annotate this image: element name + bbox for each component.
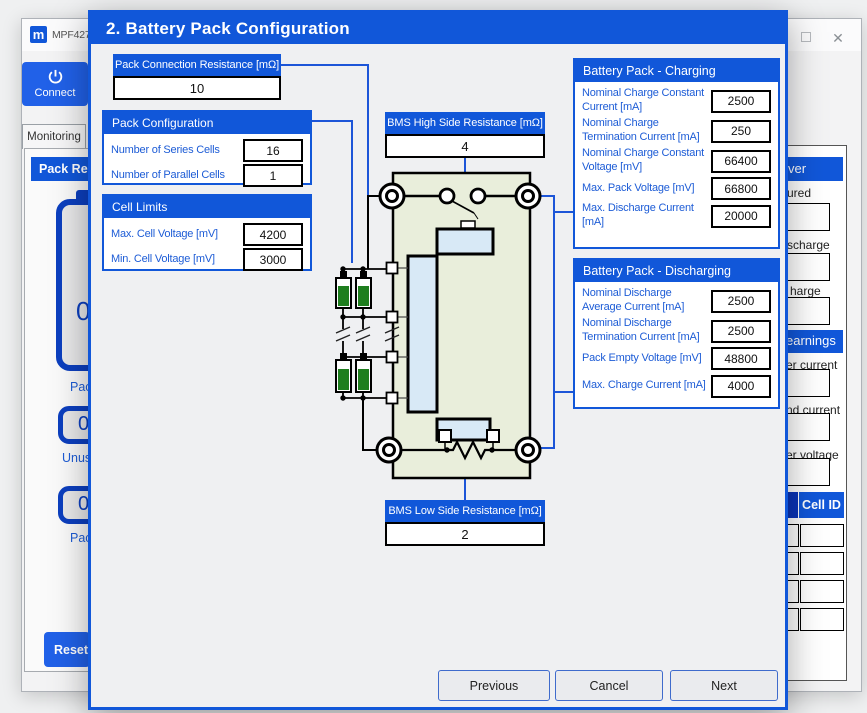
table-cell[interactable] [800, 608, 844, 631]
tab-monitoring[interactable]: Monitoring [22, 124, 86, 149]
charging-title: Battery Pack - Charging [575, 60, 778, 82]
connector-line [281, 64, 369, 66]
dialog-title: 2. Battery Pack Configuration [106, 19, 350, 39]
cancel-button[interactable]: Cancel [555, 670, 663, 701]
pack-configuration-group: Pack Configuration Number of Series Cell… [102, 110, 312, 185]
max-discharge-current-label: Max. Discharge Current [mA] [582, 202, 710, 230]
power-icon [48, 69, 63, 84]
next-button[interactable]: Next [670, 670, 778, 701]
table-cell[interactable] [800, 524, 844, 547]
pack-empty-voltage-label: Pack Empty Voltage [mV] [582, 352, 710, 366]
bms-low-side-input[interactable]: 2 [385, 522, 545, 546]
pack-configuration-title: Pack Configuration [104, 112, 310, 134]
right-panel-header-2-text: earnings [786, 333, 836, 348]
desktop: m MPF4279 ✕ Connect Monitoring Pack Re 0… [0, 0, 867, 713]
bms-low-side-header: BMS Low Side Resistance [mΩ] [385, 500, 545, 522]
discharge-term-input[interactable]: 2500 [711, 320, 771, 343]
previous-button[interactable]: Previous [438, 670, 550, 701]
max-cell-voltage-label: Max. Cell Voltage [mV] [111, 228, 218, 242]
table-cell[interactable] [800, 580, 844, 603]
min-cell-voltage-label: Min. Cell Voltage [mV] [111, 253, 215, 267]
table-cell[interactable] [800, 552, 844, 575]
discharge-avg-label: Nominal Discharge Average Current [mA] [582, 287, 710, 315]
connect-button[interactable]: Connect [22, 62, 88, 106]
discharge-term-label: Nominal Discharge Termination Current [m… [582, 317, 710, 345]
max-cell-voltage-input[interactable]: 4200 [243, 223, 303, 246]
cell-limits-group: Cell Limits Max. Cell Voltage [mV] 4200 … [102, 194, 312, 271]
max-pack-voltage-input[interactable]: 66800 [711, 177, 771, 200]
afe-ic [408, 256, 437, 412]
reset-button[interactable]: Reset I [44, 632, 90, 667]
right-label-1: ured [787, 186, 811, 200]
parallel-cells-label: Number of Parallel Cells [111, 169, 225, 183]
min-cell-voltage-input[interactable]: 3000 [243, 248, 303, 271]
max-pack-voltage-label: Max. Pack Voltage [mV] [582, 182, 710, 196]
maximize-icon[interactable] [801, 32, 811, 42]
discharging-title: Battery Pack - Discharging [575, 260, 778, 282]
cell-id-header: Cell ID [799, 492, 844, 518]
pack-readings-header: Pack Re [31, 157, 91, 181]
dialog-titlebar: 2. Battery Pack Configuration [91, 13, 785, 44]
connector-line [312, 120, 353, 122]
pack-empty-voltage-input[interactable]: 48800 [711, 347, 771, 370]
app-logo: m [30, 26, 47, 43]
break-marks [336, 327, 399, 341]
bms-high-side-header: BMS High Side Resistance [mΩ] [385, 112, 545, 134]
series-cells-input[interactable]: 16 [243, 139, 303, 162]
pack-connection-resistance-header: Pack Connection Resistance [mΩ] [113, 54, 281, 76]
bms-high-side-input[interactable]: 4 [385, 134, 545, 158]
max-charge-current-label: Max. Charge Current [mA] [582, 379, 710, 393]
charge-cc-input[interactable]: 2500 [711, 90, 771, 113]
right-label-3: harge [790, 284, 821, 298]
right-label-2: scharge [787, 238, 830, 252]
pack-connection-resistance-input[interactable]: 10 [113, 76, 281, 100]
charging-group: Battery Pack - Charging Nominal Charge C… [573, 58, 780, 249]
right-panel-header-1-text: ver [788, 161, 806, 176]
connect-label: Connect [35, 87, 76, 99]
close-icon[interactable]: ✕ [830, 29, 846, 47]
battery-pack-diagram [330, 165, 570, 485]
parallel-cells-input[interactable]: 1 [243, 164, 303, 187]
charge-cv-input[interactable]: 66400 [711, 150, 771, 173]
charge-term-label: Nominal Charge Termination Current [mA] [582, 117, 710, 145]
highside-fet [437, 229, 493, 254]
max-charge-current-input[interactable]: 4000 [711, 375, 771, 398]
series-cells-label: Number of Series Cells [111, 144, 220, 158]
max-discharge-current-input[interactable]: 20000 [711, 205, 771, 228]
charge-term-input[interactable]: 250 [711, 120, 771, 143]
cell-limits-title: Cell Limits [104, 196, 310, 218]
charge-cc-label: Nominal Charge Constant Current [mA] [582, 87, 710, 115]
discharge-avg-input[interactable]: 2500 [711, 290, 771, 313]
discharging-group: Battery Pack - Discharging Nominal Disch… [573, 258, 780, 409]
charge-cv-label: Nominal Charge Constant Voltage [mV] [582, 147, 710, 175]
